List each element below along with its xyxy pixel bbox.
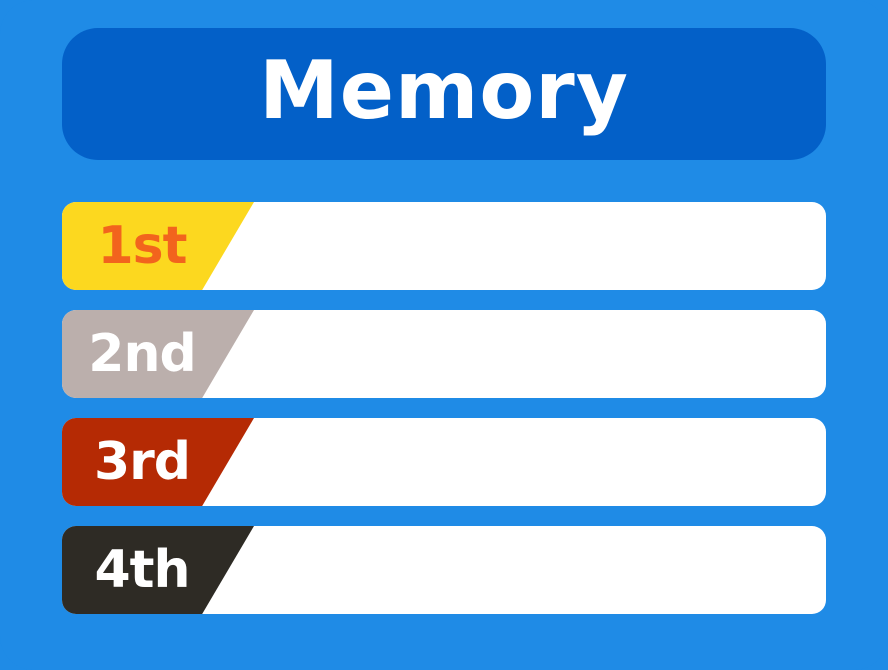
scoreboard-panel: Memory 1st 2nd 3rd 4th xyxy=(0,0,888,670)
leaderboard-entry-1 xyxy=(282,202,806,290)
leaderboard-row-2: 2nd xyxy=(62,310,826,398)
leaderboard-row-1: 1st xyxy=(62,202,826,290)
rank-label-2: 2nd xyxy=(88,324,196,384)
title-banner: Memory xyxy=(62,28,826,160)
rank-label-3: 3rd xyxy=(93,432,191,492)
leaderboard-row-4: 4th xyxy=(62,526,826,614)
leaderboard-entry-4 xyxy=(282,526,806,614)
leaderboard-entry-2 xyxy=(282,310,806,398)
rank-label-4: 4th xyxy=(94,540,190,600)
leaderboard-row-3: 3rd xyxy=(62,418,826,506)
rank-label-1: 1st xyxy=(97,216,188,276)
leaderboard-entry-3 xyxy=(282,418,806,506)
page-title: Memory xyxy=(259,44,629,137)
